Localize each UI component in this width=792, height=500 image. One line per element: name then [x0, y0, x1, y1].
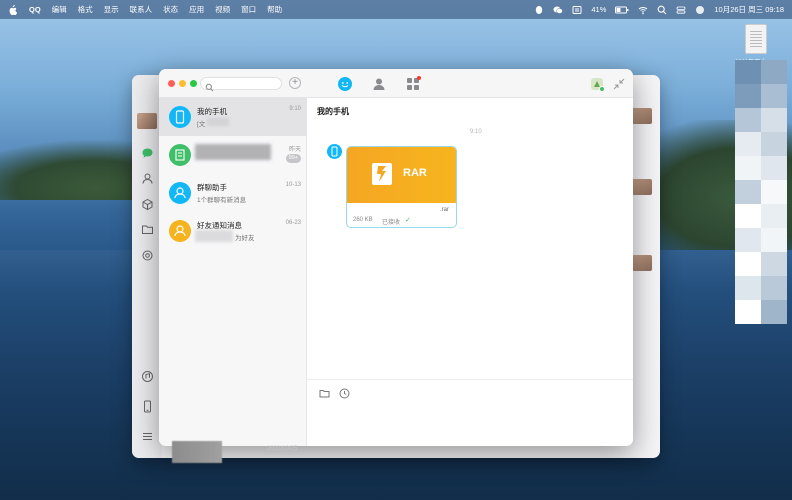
pixelated-mosaic	[735, 60, 787, 324]
redacted-text	[195, 230, 233, 242]
redacted-name	[195, 144, 271, 160]
music-icon[interactable]	[141, 370, 154, 383]
siri-icon[interactable]	[695, 5, 705, 15]
apple-icon[interactable]	[8, 4, 18, 15]
battery-percent: 41%	[591, 5, 607, 14]
wechat-icon[interactable]	[553, 5, 564, 15]
conversation-preview: [文	[197, 121, 206, 128]
menu-video[interactable]: 视频	[215, 4, 230, 15]
back-window-date: 2022/10/25	[267, 446, 298, 452]
conversation-list: 我的手机 [文 9:10 昨天 99+ 群聊助手 1个群聊有新消息 10-13	[159, 98, 307, 446]
tab-contacts-icon[interactable]	[371, 76, 387, 92]
qq-penguin-icon[interactable]	[534, 5, 544, 15]
add-button[interactable]: +	[289, 77, 301, 89]
rar-file-icon	[372, 163, 392, 185]
tab-apps-grid-icon[interactable]	[405, 76, 421, 92]
menu-view[interactable]: 显示	[104, 4, 119, 15]
menu-bar: QQ 编辑 格式 显示 联系人 状态 应用 视频 窗口 帮助 41% 10月26…	[0, 0, 792, 19]
minimize-window-button[interactable]	[179, 80, 186, 87]
conversation-time: 10-13	[285, 182, 301, 188]
conversation-redacted[interactable]: 昨天 99+	[159, 136, 307, 174]
battery-icon[interactable]	[615, 5, 629, 15]
back-window-sidebar	[132, 75, 162, 458]
input-divider	[307, 379, 633, 380]
back-window-thumbnail	[632, 255, 652, 271]
menu-edit[interactable]: 编辑	[52, 4, 67, 15]
conversation-friend-notifications[interactable]: 好友通知消息 为好友 06-23	[159, 212, 307, 250]
close-window-button[interactable]	[168, 80, 175, 87]
contacts-icon[interactable]	[141, 172, 154, 185]
group-avatar-icon	[169, 182, 191, 204]
menu-status[interactable]: 状态	[163, 4, 178, 15]
search-icon	[205, 79, 214, 97]
file-banner	[347, 147, 456, 203]
conversation-name: 我的手机	[197, 107, 227, 116]
conversation-preview: 为好友	[235, 235, 255, 242]
back-window-thumbnail	[632, 179, 652, 195]
menu-window[interactable]: 窗口	[241, 4, 256, 15]
qq-main-window[interactable]: + 我的手机 [文 9:10 昨天 99+ 群聊助手 1个群聊有新消息 10-1…	[159, 69, 633, 446]
menu-app-qq[interactable]: QQ	[29, 5, 41, 14]
search-icon[interactable]	[657, 5, 667, 15]
menu-format[interactable]: 格式	[78, 4, 93, 15]
message-timestamp: 9:10	[470, 129, 482, 135]
conversation-preview: 1个群聊有新消息	[197, 197, 247, 204]
file-extension: .rar	[440, 207, 449, 213]
conversation-my-phone[interactable]: 我的手机 [文 9:10	[159, 98, 307, 136]
back-window-thumbnail	[632, 108, 652, 124]
folder-icon[interactable]	[319, 386, 330, 398]
collapse-arrows-icon[interactable]	[611, 76, 627, 92]
folder-icon[interactable]	[141, 223, 154, 236]
received-check-icon: ✓	[405, 217, 411, 224]
chat-pane: 我的手机 9:10 RAR .rar 260 KB 已接收 ✓	[307, 98, 633, 446]
chat-title: 我的手机	[317, 107, 349, 116]
document-avatar-icon	[169, 144, 191, 166]
conversation-time: 昨天	[288, 147, 301, 153]
wifi-icon[interactable]	[638, 5, 648, 15]
menu-help[interactable]: 帮助	[267, 4, 282, 15]
tab-messages-icon[interactable]	[337, 76, 353, 92]
menu-contacts[interactable]: 联系人	[130, 4, 153, 15]
conversation-group-assistant[interactable]: 群聊助手 1个群聊有新消息 10-13	[159, 174, 307, 212]
search-input[interactable]	[200, 77, 282, 92]
phone-avatar-icon	[169, 106, 191, 128]
menu-bar-status-area: 41% 10月26日 周三 09:18	[534, 4, 784, 15]
box-icon[interactable]	[141, 198, 154, 211]
document-icon	[745, 24, 767, 54]
zoom-window-button[interactable]	[190, 80, 197, 87]
menu-apps[interactable]: 应用	[189, 4, 204, 15]
settings-icon[interactable]	[141, 249, 154, 262]
window-titlebar: +	[159, 69, 633, 98]
history-clock-icon[interactable]	[339, 386, 350, 399]
menu-icon[interactable]	[141, 430, 154, 443]
phone-device-icon[interactable]	[141, 400, 154, 413]
redacted-thumbnail	[172, 441, 222, 463]
menu-bar-clock[interactable]: 10月26日 周三 09:18	[714, 4, 784, 15]
file-type-label: RAR	[403, 167, 427, 179]
chat-bubble-icon[interactable]	[141, 147, 154, 160]
control-center-icon[interactable]	[676, 5, 686, 15]
unread-badge: 99+	[285, 154, 301, 163]
file-status: 已接收	[382, 220, 401, 226]
conversation-time: 06-23	[285, 220, 301, 226]
friend-avatar-icon	[169, 220, 191, 242]
conversation-time: 9:10	[289, 106, 301, 112]
back-user-avatar[interactable]	[137, 113, 157, 129]
notes-icon[interactable]	[572, 5, 582, 15]
redacted-text	[207, 118, 229, 126]
file-size: 260 KB	[353, 217, 373, 223]
sender-phone-avatar-icon[interactable]	[327, 144, 342, 159]
conversation-name: 群聊助手	[197, 183, 227, 192]
file-message-card[interactable]: RAR .rar 260 KB 已接收 ✓	[346, 146, 457, 228]
user-avatar-icon[interactable]	[589, 76, 605, 92]
